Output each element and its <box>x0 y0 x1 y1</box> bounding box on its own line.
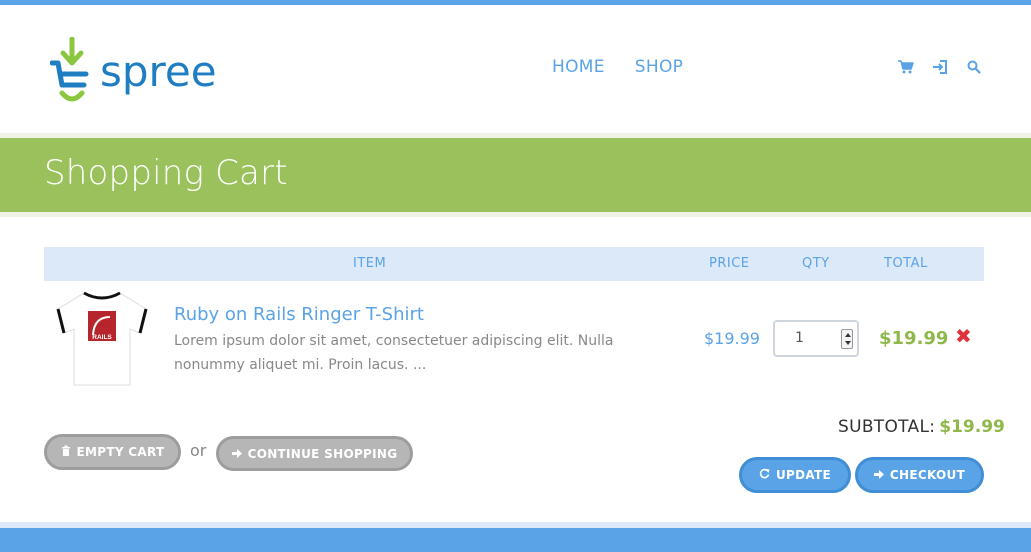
arrow-right-icon <box>873 468 884 482</box>
page-title: Shopping Cart <box>44 153 288 193</box>
remove-item-icon[interactable]: ✖ <box>955 326 972 346</box>
title-band-bottom-border <box>0 212 1031 217</box>
product-name-link[interactable]: Ruby on Rails Ringer T-Shirt <box>174 304 424 325</box>
main-nav: HOME SHOP <box>552 57 683 77</box>
cart-subtotal: SUBTOTAL: $19.99 <box>838 417 1005 437</box>
checkout-label: CHECKOUT <box>889 468 966 482</box>
or-separator: or <box>190 441 207 460</box>
continue-shopping-label: CONTINUE SHOPPING <box>247 446 398 461</box>
empty-cart-label: EMPTY CART <box>76 445 165 459</box>
cart-table-header: ITEM PRICE QTY TOTAL <box>44 247 984 281</box>
quantity-input[interactable]: 1 <box>773 320 859 357</box>
column-header-qty: QTY <box>802 256 830 271</box>
quantity-value: 1 <box>795 330 804 346</box>
header-icons <box>897 58 983 76</box>
product-thumbnail-text: RAILS <box>92 334 112 341</box>
cart-line-item: RAILS Ruby on Rails Ringer T-Shirt Lorem… <box>44 281 984 391</box>
spree-logo-mark <box>50 37 89 102</box>
line-total: $19.99 <box>879 328 949 349</box>
checkout-button[interactable]: CHECKOUT <box>855 457 984 493</box>
search-icon[interactable] <box>965 58 983 76</box>
product-price: $19.99 <box>704 329 760 348</box>
spree-wordmark: spree <box>100 47 217 96</box>
spree-logo[interactable]: spree <box>50 37 220 107</box>
product-thumbnail[interactable]: RAILS <box>54 287 150 387</box>
subtotal-value: $19.99 <box>939 417 1005 437</box>
update-label: UPDATE <box>775 468 832 482</box>
column-header-item: ITEM <box>353 256 387 271</box>
site-header: spree HOME SHOP <box>0 5 1031 133</box>
product-description: Lorem ipsum dolor sit amet, consectetuer… <box>174 333 614 373</box>
arrow-right-icon <box>231 447 242 461</box>
column-header-price: PRICE <box>709 256 750 271</box>
cart-icon[interactable] <box>897 58 915 76</box>
login-icon[interactable] <box>931 58 949 76</box>
continue-shopping-button[interactable]: CONTINUE SHOPPING <box>216 436 413 471</box>
refresh-icon <box>759 468 770 482</box>
nav-home-link[interactable]: HOME <box>552 57 605 77</box>
quantity-stepper-icon[interactable] <box>841 329 853 349</box>
nav-shop-link[interactable]: SHOP <box>635 57 683 77</box>
subtotal-label: SUBTOTAL: <box>838 417 936 437</box>
title-band: Shopping Cart <box>0 138 1031 212</box>
empty-cart-button[interactable]: EMPTY CART <box>44 434 181 470</box>
update-cart-button[interactable]: UPDATE <box>739 457 851 493</box>
trash-icon <box>61 445 71 459</box>
column-header-total: TOTAL <box>884 256 928 271</box>
footer-band <box>0 528 1031 552</box>
